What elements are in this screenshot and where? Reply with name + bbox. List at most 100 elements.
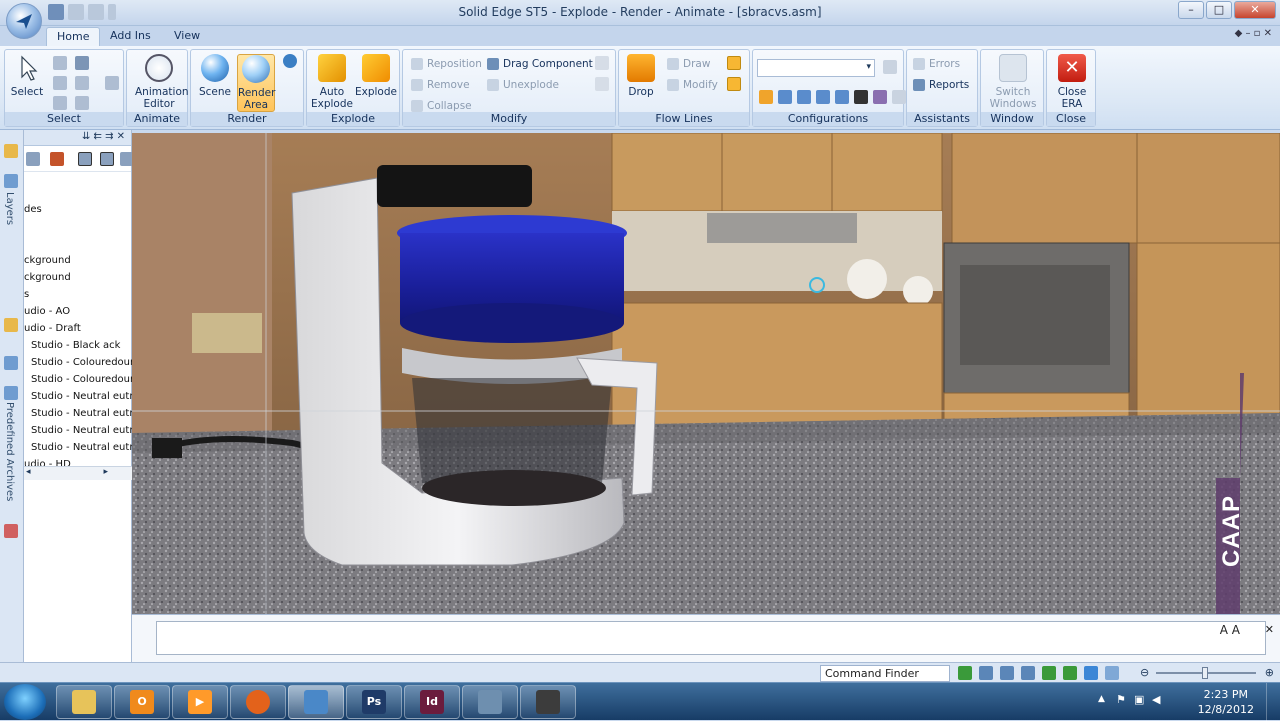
application-button[interactable] [6, 3, 42, 39]
remove-button[interactable]: Remove [411, 79, 470, 91]
taskbar-app[interactable] [230, 685, 286, 719]
taskbar-app[interactable] [56, 685, 112, 719]
horizontal-scrollbar[interactable]: ◂ ▸ [24, 466, 132, 480]
render-viewport[interactable]: CAAP [132, 133, 1280, 614]
tab-predefined-archives[interactable]: Predefined Archives [4, 402, 15, 501]
tree-item[interactable]: Studio - Colouredoured [31, 374, 139, 385]
config-option-icon[interactable] [892, 90, 906, 104]
close-era-button[interactable]: ✕ Close ERA [1050, 54, 1094, 110]
show-desktop-button[interactable] [1266, 683, 1280, 721]
ribbon-window-controls[interactable]: ◆ – ▫ ✕ [1235, 28, 1272, 39]
select-option-icon[interactable] [75, 76, 89, 90]
tree-item[interactable]: des [24, 204, 132, 215]
zoom-area-icon[interactable] [979, 666, 993, 680]
tab-add-ins[interactable]: Add Ins [100, 27, 161, 46]
auto-explode-button[interactable]: Auto Explode [311, 54, 353, 110]
tree-collapse-icon[interactable] [100, 152, 114, 166]
flag-icon[interactable]: ⚑ [1116, 693, 1126, 706]
scene-button[interactable]: Scene [195, 54, 235, 98]
folder-icon[interactable] [4, 318, 18, 332]
config-view-icon[interactable] [816, 90, 830, 104]
command-finder-input[interactable]: Command Finder [820, 665, 950, 682]
edgebar-icon[interactable] [4, 144, 18, 158]
tree-item[interactable]: ckground [24, 255, 132, 266]
tree-item[interactable]: Studio - Neutral eutral 4 [31, 442, 139, 453]
pan-icon[interactable] [1042, 666, 1056, 680]
select-option-icon[interactable] [75, 96, 89, 110]
zoom-in-icon[interactable]: ⊕ [1265, 666, 1274, 679]
modify-option-icon[interactable] [595, 77, 609, 91]
drop-button[interactable]: Drop [621, 54, 661, 98]
select-option-icon[interactable] [53, 96, 67, 110]
flowline-toggle-icon[interactable] [727, 56, 741, 70]
refresh-icon[interactable] [958, 666, 972, 680]
tree-view-icon[interactable] [78, 152, 92, 166]
tree-item[interactable]: udio - AO [24, 306, 132, 317]
pane-controls-icon[interactable]: ⇊ ⇇ ⇉ ✕ [82, 131, 125, 142]
animation-editor-button[interactable]: Animation Editor [135, 54, 189, 110]
switch-windows-button[interactable]: Switch Windows [989, 54, 1037, 110]
errors-button[interactable]: Errors [913, 58, 960, 70]
zoom-thumb[interactable] [1202, 667, 1208, 679]
scroll-left-icon[interactable]: ◂ [26, 467, 31, 477]
modify-option-icon[interactable] [595, 56, 609, 70]
rotate-icon[interactable] [1063, 666, 1077, 680]
taskbar-app[interactable]: Ps [346, 685, 402, 719]
tree-item[interactable]: Studio - Neutral eutral 3 [31, 425, 139, 436]
zoom-slider[interactable]: ⊖ ⊕ [1140, 666, 1274, 680]
select-option-icon[interactable] [53, 76, 67, 90]
modify-flowline-button[interactable]: Modify [667, 79, 718, 91]
tab-view[interactable]: View [164, 27, 210, 46]
archives-icon[interactable] [4, 386, 18, 400]
drag-component-button[interactable]: Drag Component [487, 58, 593, 70]
tree-item[interactable]: Studio - Colouredoured [31, 357, 139, 368]
taskbar-app[interactable] [462, 685, 518, 719]
tree-item[interactable]: s [24, 289, 132, 300]
select-button[interactable]: Select [5, 54, 49, 98]
config-tool-icon[interactable] [873, 90, 887, 104]
layers-icon[interactable] [4, 174, 18, 188]
fit-icon[interactable] [1021, 666, 1035, 680]
select-option-icon[interactable] [105, 76, 119, 90]
start-button[interactable] [4, 684, 46, 720]
close-window-button[interactable]: ✕ [1234, 1, 1276, 19]
collapse-button[interactable]: Collapse [411, 100, 472, 112]
config-view-icon[interactable] [835, 90, 849, 104]
back-icon[interactable] [26, 152, 40, 166]
zoom-out-icon[interactable]: ⊖ [1140, 666, 1149, 679]
assembly-icon[interactable] [4, 356, 18, 370]
taskbar-app[interactable] [520, 685, 576, 719]
network-icon[interactable]: ▣ [1134, 693, 1144, 706]
config-view-icon[interactable] [797, 90, 811, 104]
taskbar-app[interactable]: ▶ [172, 685, 228, 719]
volume-icon[interactable]: ◀ [1152, 693, 1160, 706]
tab-layers[interactable]: Layers [4, 192, 15, 225]
render-area-button[interactable]: Render Area [237, 54, 275, 112]
configuration-option-icon[interactable] [883, 60, 897, 74]
draw-button[interactable]: Draw [667, 58, 710, 70]
configuration-select[interactable]: ▾ [757, 59, 875, 77]
reports-button[interactable]: Reports [913, 79, 969, 91]
explode-button[interactable]: Explode [355, 54, 397, 98]
config-folder-icon[interactable] [759, 90, 773, 104]
render-settings-icon[interactable] [283, 54, 297, 68]
prompt-input[interactable] [156, 621, 1266, 655]
select-option-icon[interactable] [75, 56, 89, 70]
taskbar-app[interactable]: Id [404, 685, 460, 719]
close-icon[interactable]: ✕ [1265, 623, 1274, 636]
select-option-icon[interactable] [53, 56, 67, 70]
minimize-button[interactable]: – [1178, 1, 1204, 19]
flowline-toggle-icon[interactable] [727, 77, 741, 91]
tree-item[interactable]: Studio - Neutral eutral 2 [31, 408, 139, 419]
tree-item[interactable]: ckground [24, 272, 132, 283]
tab-home[interactable]: Home [46, 27, 101, 46]
reposition-button[interactable]: Reposition [411, 58, 482, 70]
taskbar-app[interactable] [288, 685, 344, 719]
view-style-icon[interactable] [1105, 666, 1119, 680]
panel-icon[interactable] [4, 524, 18, 538]
view-cube-icon[interactable] [1084, 666, 1098, 680]
camera-icon[interactable] [854, 90, 868, 104]
scroll-right-icon[interactable]: ▸ [103, 467, 108, 477]
tree-item[interactable]: Studio - Black ack [31, 340, 139, 351]
zoom-icon[interactable] [1000, 666, 1014, 680]
